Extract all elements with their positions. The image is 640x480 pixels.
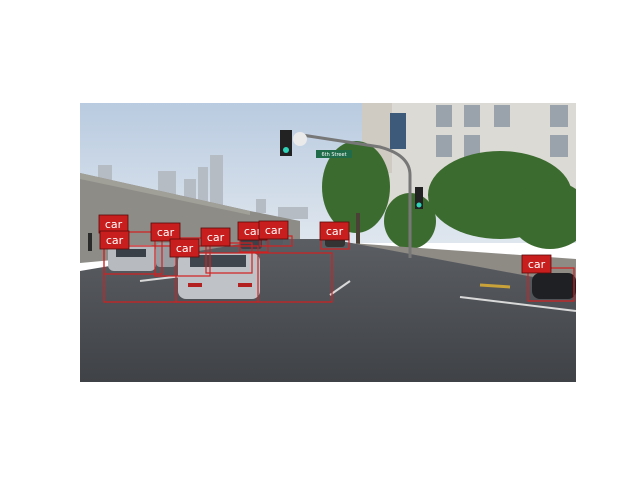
street-photo: 6th Street <box>80 103 576 382</box>
pedestrian <box>88 233 92 251</box>
street-sign-text: 6th Street <box>321 152 346 158</box>
